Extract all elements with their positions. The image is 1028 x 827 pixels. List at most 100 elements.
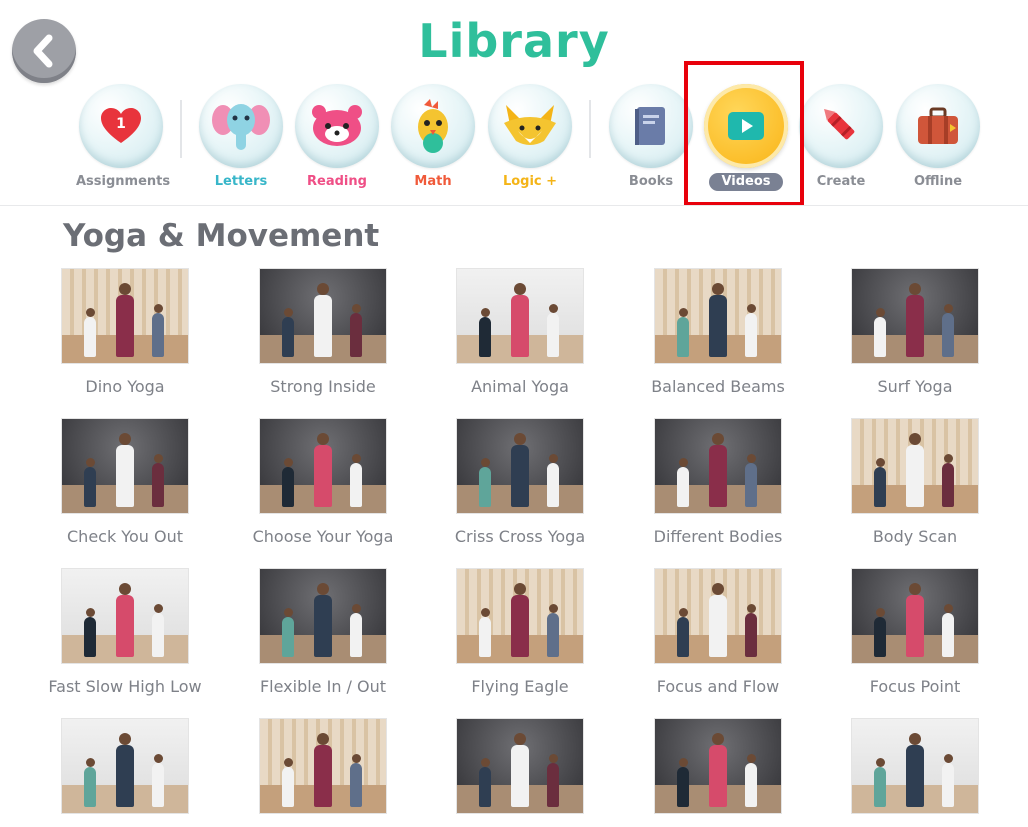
red-panda-icon xyxy=(295,84,379,168)
figure-head xyxy=(317,433,329,445)
figure-head xyxy=(514,733,526,745)
instructor-figure xyxy=(942,763,954,807)
video-thumbnail xyxy=(654,418,782,514)
video-thumbnail xyxy=(456,718,584,814)
instructor-figure xyxy=(479,467,491,507)
video-card[interactable]: Focus Point xyxy=(817,568,1013,696)
video-title: Different Bodies xyxy=(653,527,783,546)
video-card[interactable]: Balanced Beams xyxy=(620,268,816,396)
figure-head xyxy=(317,733,329,745)
video-card[interactable]: Dino Yoga xyxy=(27,268,223,396)
nav-item-letters[interactable]: Letters xyxy=(196,84,286,191)
video-card[interactable]: Flying Eagle xyxy=(422,568,618,696)
video-card[interactable]: Animal Yoga xyxy=(422,268,618,396)
book-icon xyxy=(609,84,693,168)
figure-head xyxy=(351,304,361,313)
nav-label-wrap: Math xyxy=(388,173,478,191)
figure-head xyxy=(875,308,885,317)
nav-divider xyxy=(180,100,182,158)
figure-head xyxy=(548,304,558,313)
nav-label-offline: Offline xyxy=(913,174,963,189)
video-title: Choose Your Yoga xyxy=(252,527,394,546)
nav-item-math[interactable]: Math xyxy=(388,84,478,191)
instructor-figure xyxy=(314,745,332,807)
figure-head xyxy=(746,604,756,613)
instructor-figure xyxy=(511,595,529,657)
video-card[interactable] xyxy=(225,718,421,827)
instructor-figure xyxy=(942,613,954,657)
video-card[interactable]: Surf Yoga xyxy=(817,268,1013,396)
video-card[interactable] xyxy=(817,718,1013,827)
nav-item-create[interactable]: Create xyxy=(796,84,886,191)
nav-label-math: Math xyxy=(414,174,452,189)
instructor-figure xyxy=(479,317,491,357)
video-card[interactable]: Choose Your Yoga xyxy=(225,418,421,546)
nav-label-wrap: Letters xyxy=(196,173,286,191)
books-bubble xyxy=(609,84,693,168)
instructor-figure xyxy=(677,467,689,507)
video-card[interactable]: Strong Inside xyxy=(225,268,421,396)
video-card[interactable]: Different Bodies xyxy=(620,418,816,546)
page-title: Library xyxy=(418,14,610,68)
video-thumbnail xyxy=(259,418,387,514)
video-card[interactable]: Check You Out xyxy=(27,418,223,546)
video-title: Flexible In / Out xyxy=(259,677,387,696)
figure-head xyxy=(909,283,921,295)
nav-item-offline[interactable]: Offline xyxy=(893,84,983,191)
video-title: Fast Slow High Low xyxy=(48,677,202,696)
video-thumbnail xyxy=(456,568,584,664)
nav-item-logic[interactable]: Logic + xyxy=(485,84,575,191)
figure-head xyxy=(119,283,131,295)
nav-label-letters: Letters xyxy=(214,174,268,189)
nav-item-books[interactable]: Books xyxy=(606,84,696,191)
figure-head xyxy=(119,433,131,445)
video-card[interactable]: Focus and Flow xyxy=(620,568,816,696)
figure-head xyxy=(119,733,131,745)
instructor-figure xyxy=(152,463,164,507)
nav-label-wrap: Create xyxy=(796,173,886,191)
instructor-figure xyxy=(906,445,924,507)
video-card[interactable] xyxy=(27,718,223,827)
video-thumbnail xyxy=(851,418,979,514)
figure-head xyxy=(909,583,921,595)
instructor-figure xyxy=(874,317,886,357)
instructor-figure xyxy=(350,463,362,507)
bird-icon xyxy=(391,84,475,168)
video-card[interactable]: Body Scan xyxy=(817,418,1013,546)
figure-head xyxy=(351,754,361,763)
instructor-figure xyxy=(677,317,689,357)
instructor-figure xyxy=(152,613,164,657)
nav-item-assignments[interactable]: 1 Assignments xyxy=(76,84,171,191)
video-card[interactable] xyxy=(620,718,816,827)
video-card[interactable]: Fast Slow High Low xyxy=(27,568,223,696)
instructor-figure xyxy=(547,613,559,657)
instructor-figure xyxy=(479,767,491,807)
create-bubble xyxy=(799,84,883,168)
video-card[interactable] xyxy=(422,718,618,827)
video-card[interactable]: Criss Cross Yoga xyxy=(422,418,618,546)
figure-head xyxy=(678,758,688,767)
suitcase-icon xyxy=(896,84,980,168)
video-thumbnail xyxy=(61,268,189,364)
instructor-figure xyxy=(547,763,559,807)
figure-head xyxy=(943,454,953,463)
figure-head xyxy=(85,458,95,467)
figure-head xyxy=(480,608,490,617)
nav-label-assignments: Assignments xyxy=(76,174,171,189)
video-title: Criss Cross Yoga xyxy=(454,527,586,546)
instructor-figure xyxy=(677,767,689,807)
video-card[interactable]: Flexible In / Out xyxy=(225,568,421,696)
nav-label-books: Books xyxy=(628,174,674,189)
figure-head xyxy=(746,454,756,463)
video-title: Check You Out xyxy=(67,527,183,546)
instructor-figure xyxy=(350,613,362,657)
instructor-figure xyxy=(84,767,96,807)
figure-head xyxy=(678,608,688,617)
figure-head xyxy=(746,754,756,763)
instructor-figure xyxy=(906,295,924,357)
figure-head xyxy=(85,758,95,767)
figure-head xyxy=(909,733,921,745)
nav-item-reading[interactable]: Reading xyxy=(292,84,382,191)
instructor-figure xyxy=(547,313,559,357)
figure-head xyxy=(678,458,688,467)
